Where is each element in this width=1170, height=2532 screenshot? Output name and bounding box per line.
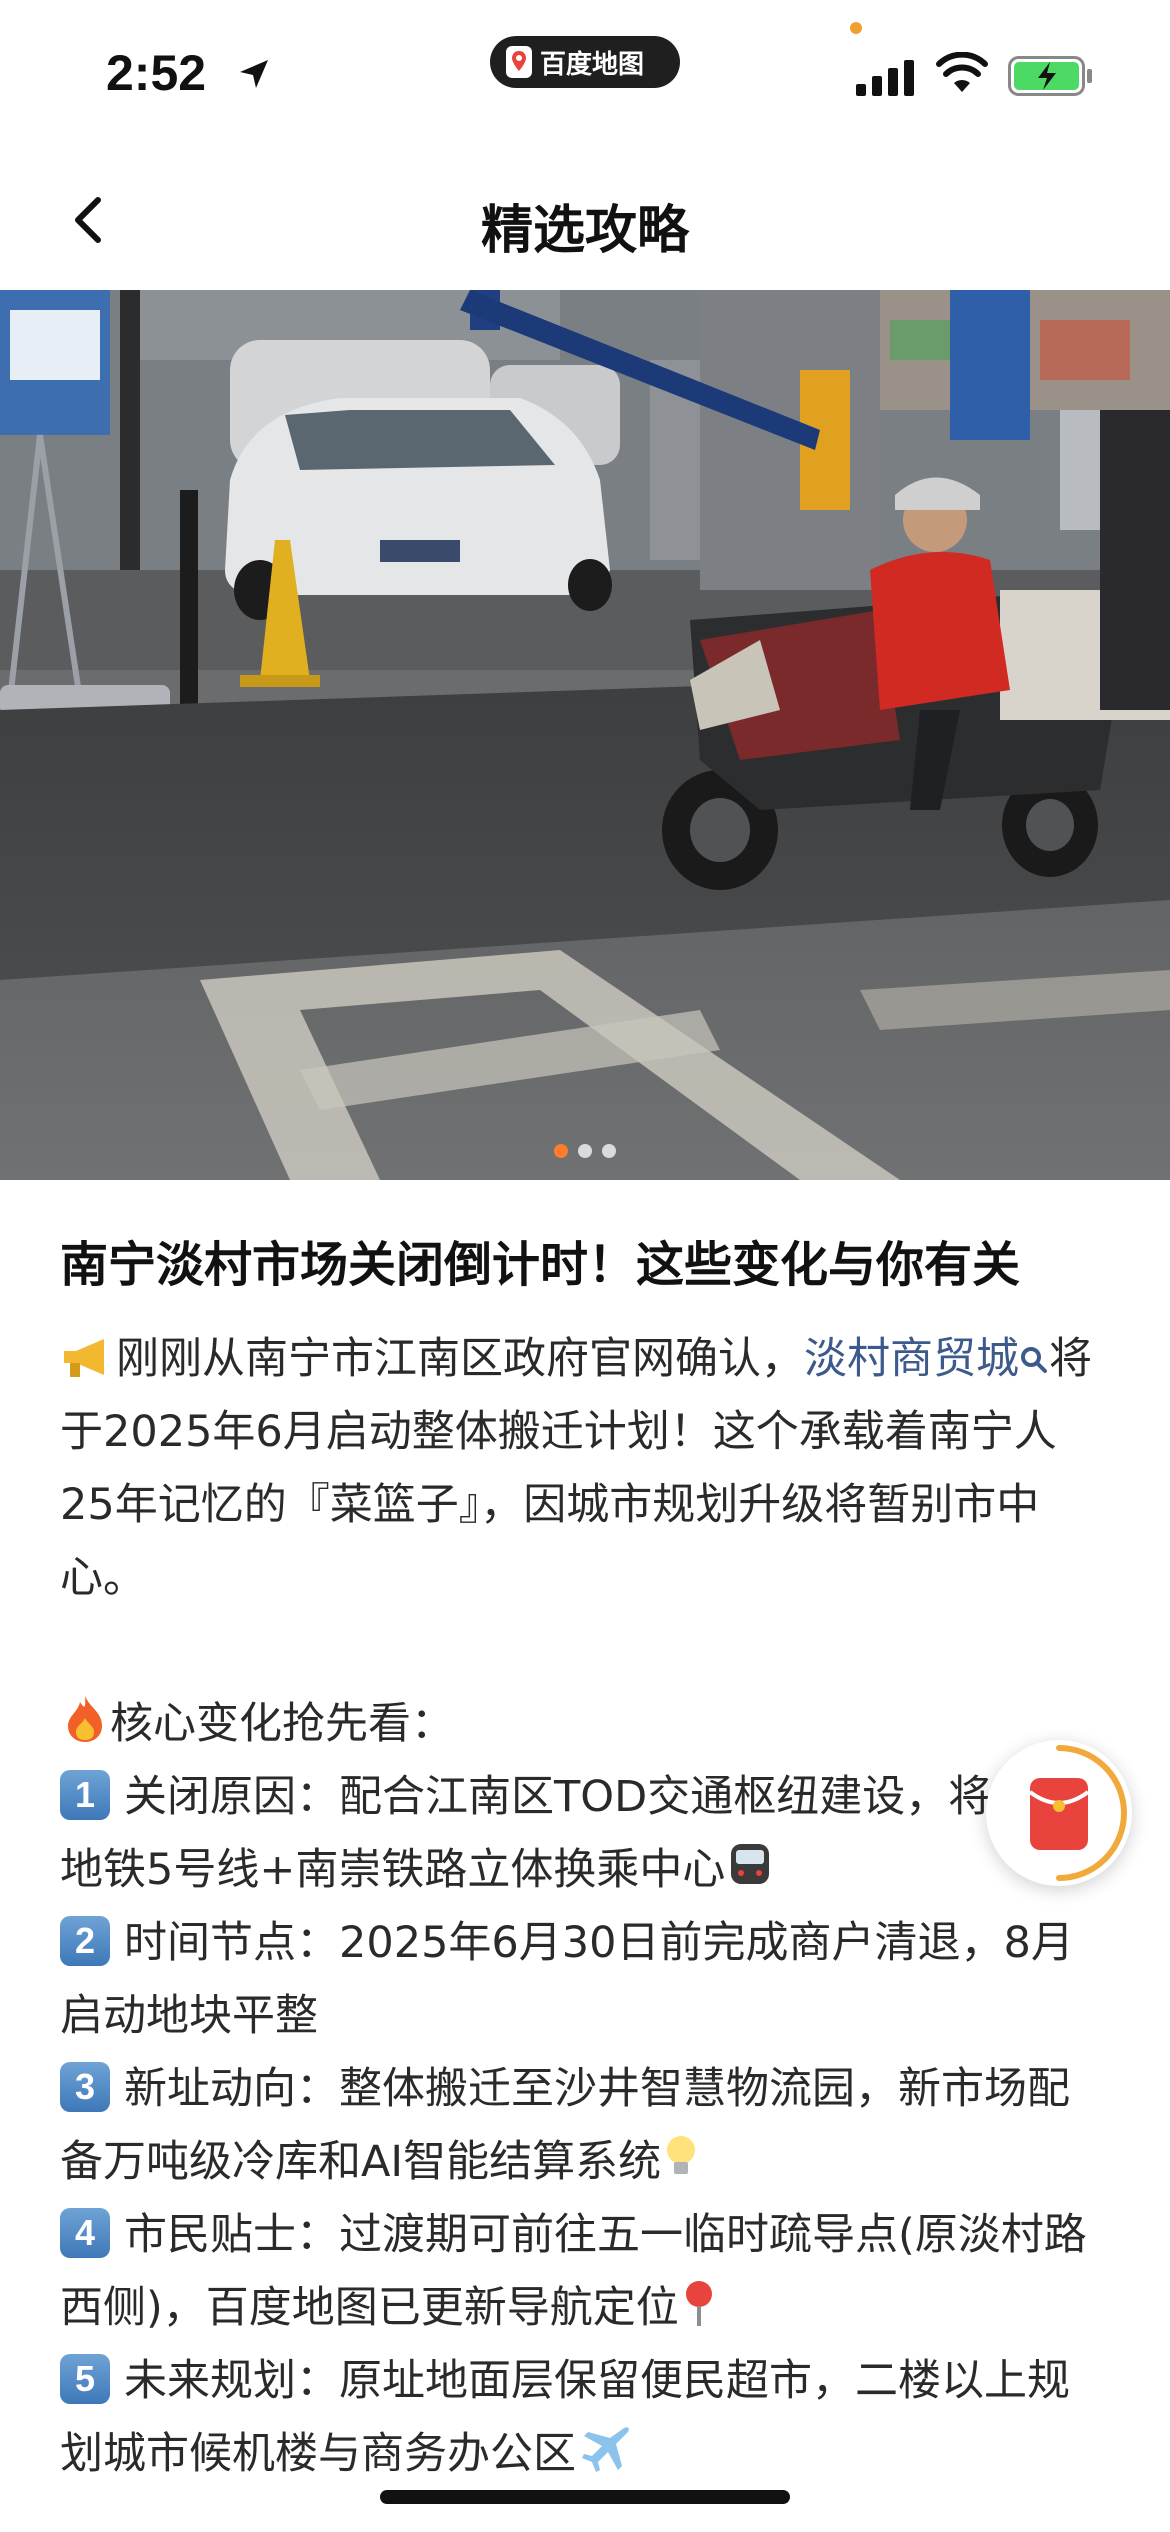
section-heading-row: 核心变化抢先看： [60,1688,1110,1761]
airplane-icon [582,2427,629,2472]
carousel-dot[interactable] [578,1144,592,1158]
carousel-dot[interactable] [554,1144,568,1158]
list-item: 4 市民贴士：过渡期可前往五一临时疏导点(原淡村路西侧)，百度地图已更新导航定位 [60,2199,1110,2345]
megaphone-icon [64,1339,104,1377]
search-icon[interactable] [1019,1343,1049,1379]
list-item: 3 新址动向：整体搬迁至沙井智慧物流园，新市场配备万吨级冷库和AI智能结算系统 [60,2053,1110,2199]
status-bar: 2:52 百度地图 [0,0,1170,140]
list-item-text: 未来规划：原址地面层保留便民超市，二楼以上规划城市候机楼与商务办公区 [60,2356,1070,2479]
number-badge: 1 [60,1770,110,1820]
intro-prefix: 刚刚从南宁市江南区政府官网确认， [116,1334,804,1384]
fire-icon [68,1696,102,1742]
battery-charging-icon [1008,56,1092,96]
map-pin-icon [506,46,532,78]
metro-train-icon [731,1844,770,1884]
list-item-text: 关闭原因：配合江南区TOD交通枢纽建设，将打造地铁5号线+南崇铁路立体换乘中心 [60,1772,1078,1895]
list-item-text: 市民贴士：过渡期可前往五一临时疏导点(原淡村路西侧)，百度地图已更新导航定位 [60,2210,1087,2333]
lightbulb-icon [667,2136,696,2174]
list-item: 1 关闭原因：配合江南区TOD交通枢纽建设，将打造地铁5号线+南崇铁路立体换乘中心 [60,1761,1110,1907]
red-packet-button[interactable] [986,1740,1132,1886]
app-name: 百度地图 [540,49,645,80]
article-title: 南宁淡村市场关闭倒计时！这些变化与你有关 [60,1237,1021,1293]
article-intro: 刚刚从南宁市江南区政府官网确认，淡村商贸城 将于2025年6月启动整体搬迁计划！… [60,1323,1110,1615]
signal-icon [856,60,914,96]
search-link-tancun-market[interactable]: 淡村商贸城 [804,1334,1019,1384]
list-item: 5 未来规划：原址地面层保留便民超市，二楼以上规划城市候机楼与商务办公区 [60,2345,1110,2491]
hero-image-carousel[interactable] [0,290,1170,1180]
number-badge: 3 [60,2062,110,2112]
location-pin-icon [685,2281,712,2326]
carousel-indicator [0,1144,1170,1158]
wifi-icon [936,52,988,92]
home-indicator[interactable] [380,2490,790,2504]
location-arrow-icon [240,60,268,88]
article-body: 南宁淡村市场关闭倒计时！这些变化与你有关 刚刚从南宁市江南区政府官网确认，淡村商… [60,1225,1110,2491]
number-badge: 2 [60,1916,110,1966]
number-badge: 5 [60,2354,110,2404]
page-title: 精选攻略 [480,201,689,261]
red-packet-icon [1028,1745,1128,1881]
app-return-pill[interactable]: 百度地图 [490,36,680,88]
privacy-indicator-dot [850,22,862,34]
market-street-photo [0,290,1170,1180]
navigation-bar: 精选攻略 [0,140,1170,290]
list-item-text: 时间节点：2025年6月30日前完成商户清退，8月启动地块平整 [60,1918,1074,2041]
section-heading: 核心变化抢先看： [110,1699,454,1749]
number-badge: 4 [60,2208,110,2258]
carousel-dot[interactable] [602,1144,616,1158]
list-item: 2 时间节点：2025年6月30日前完成商户清退，8月启动地块平整 [60,1907,1110,2053]
list-item-text: 新址动向：整体搬迁至沙井智慧物流园，新市场配备万吨级冷库和AI智能结算系统 [60,2064,1070,2187]
status-time: 2:52 [106,45,207,101]
